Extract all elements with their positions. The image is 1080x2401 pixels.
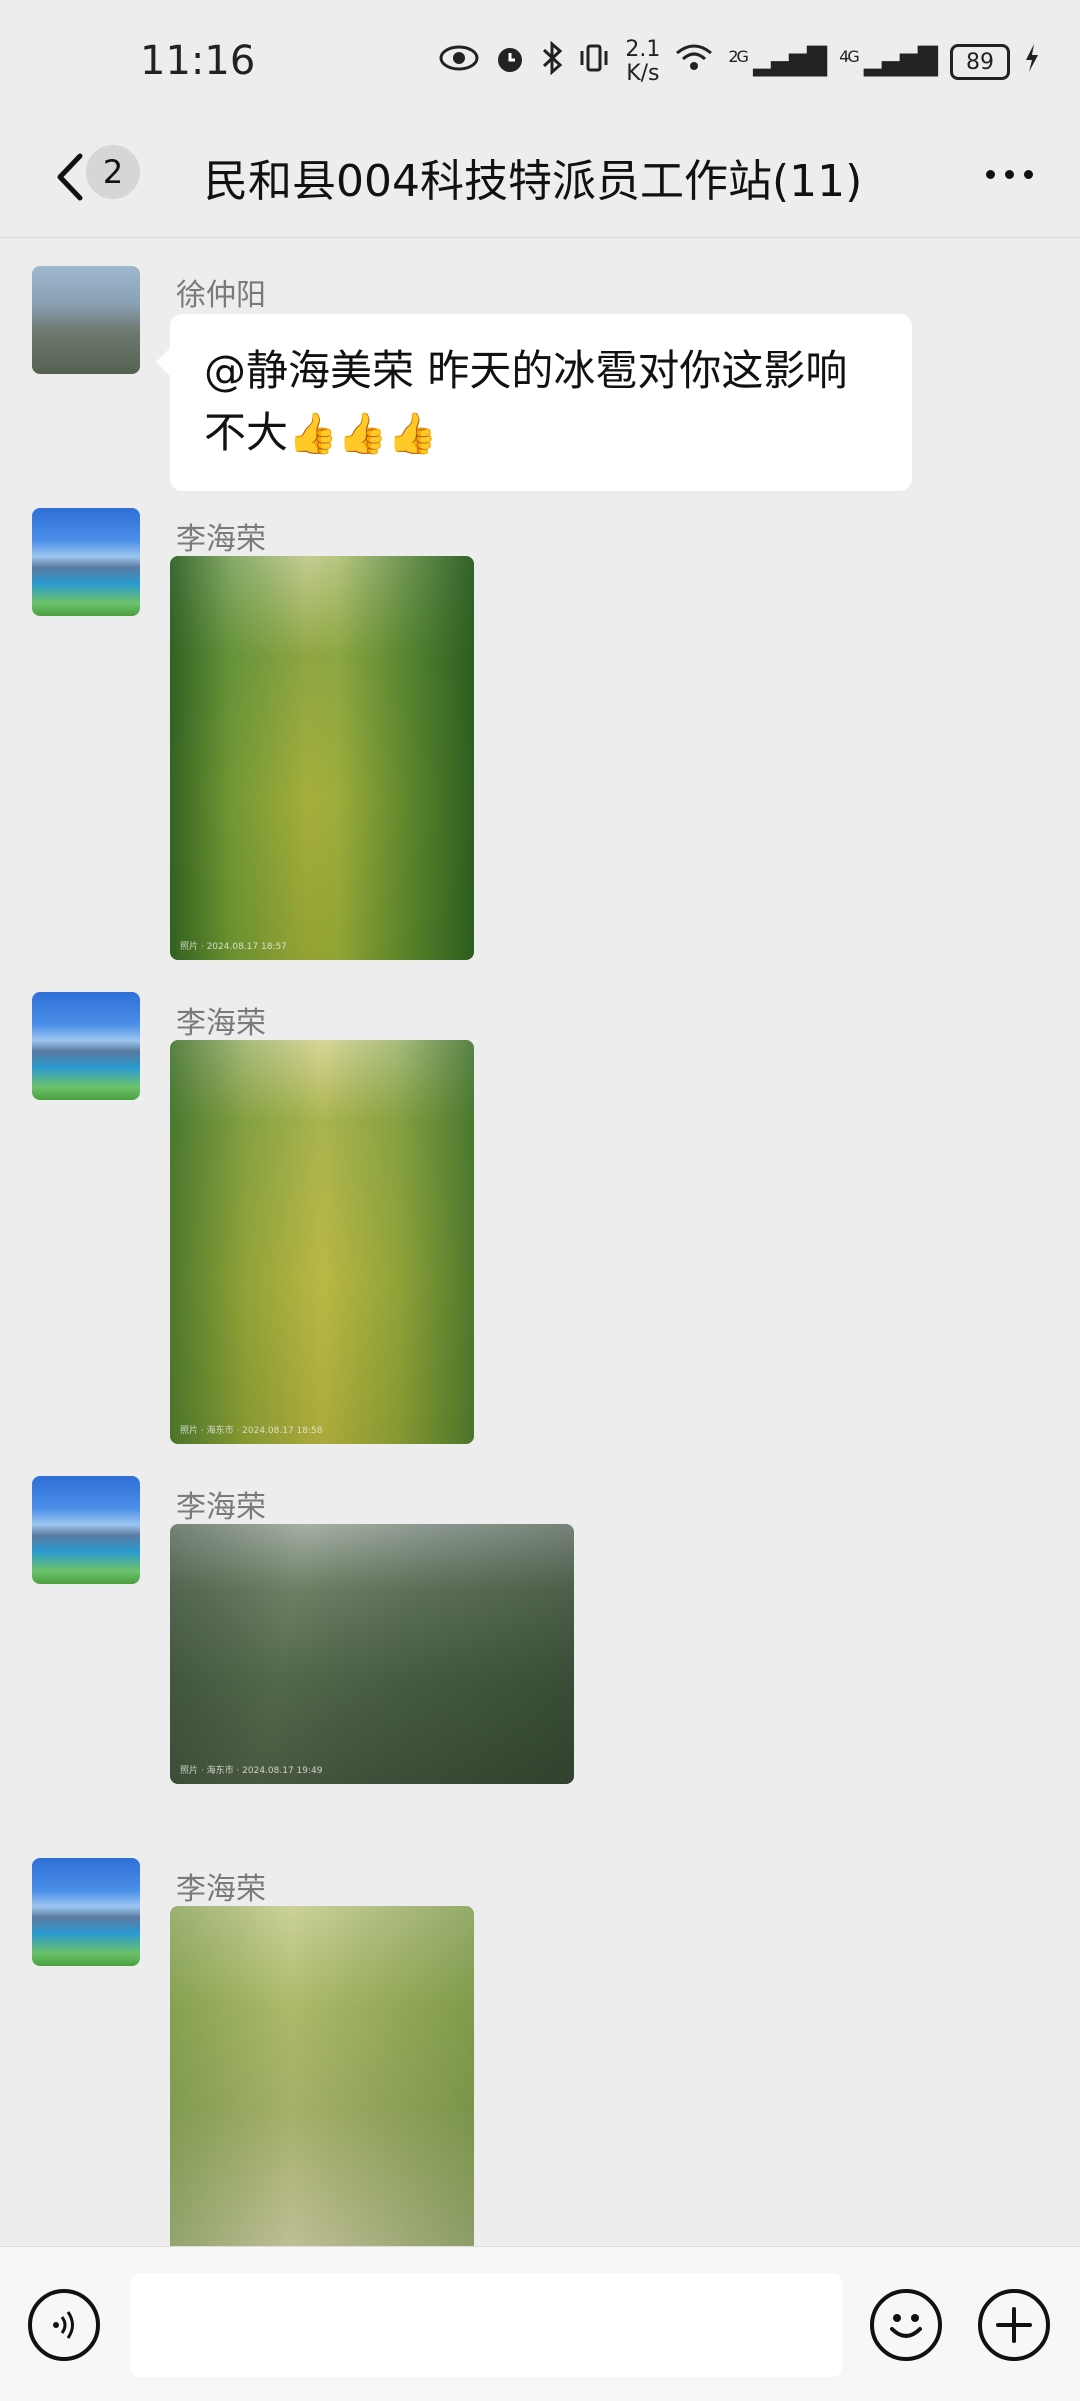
dot-icon — [985, 169, 995, 179]
signal-bars-icon: ▂▄▆█ — [753, 47, 827, 77]
voice-icon — [53, 2311, 74, 2339]
photo-stamp: 照片 · 海东市 · 2024.08.17 18:58 — [180, 1426, 323, 1436]
battery-icon: 89 — [950, 44, 1010, 80]
photo-message[interactable]: 照片 · 海东市 · 2024.08.17 18:58 — [170, 1040, 474, 1444]
wifi-icon — [674, 43, 714, 81]
sender-name: 徐仲阳 — [176, 278, 266, 313]
voice-input-button[interactable] — [28, 2289, 100, 2361]
emoji-button[interactable] — [870, 2289, 942, 2361]
avatar[interactable] — [32, 992, 140, 1100]
status-bar: 11:16 2.1 K/s 2G ▂▄▆█ 4G ▂▄▆█ 89 — [0, 0, 1080, 125]
dot-icon — [1023, 169, 1033, 179]
chevron-left-icon — [57, 153, 83, 201]
status-icons: 2.1 K/s 2G ▂▄▆█ 4G ▂▄▆█ 89 — [439, 38, 1040, 86]
chat-header: 2 民和县004科技特派员工作站(11) — [0, 125, 1080, 238]
photo-message[interactable]: 照片 · 2024.08.17 18:57 — [170, 556, 474, 960]
chat-title: 民和县004科技特派员工作站(11) — [204, 156, 863, 207]
alarm-icon — [493, 41, 527, 83]
more-options-button[interactable] — [974, 149, 1044, 199]
unread-badge: 2 — [86, 145, 140, 199]
signal-2: 4G ▂▄▆█ — [839, 47, 938, 77]
net-speed-value: 2.1 — [625, 37, 661, 62]
signal-1-label: 2G — [728, 47, 749, 66]
input-bar — [0, 2246, 1080, 2401]
signal-2-label: 4G — [839, 47, 860, 66]
sender-name: 李海荣 — [176, 1872, 266, 1907]
photo-stamp: 照片 · 海东市 · 2024.08.17 19:49 — [180, 1766, 323, 1776]
more-actions-button[interactable] — [978, 2289, 1050, 2361]
charging-icon — [1024, 43, 1040, 81]
net-speed-unit: K/s — [626, 61, 660, 86]
vibrate-icon — [577, 43, 611, 81]
avatar[interactable] — [32, 1858, 140, 1966]
photo-message[interactable]: 照片 · 海东市 · 2024.08.17 19:49 — [170, 1524, 574, 1784]
message-bubble[interactable]: @静海美荣 昨天的冰雹对你这影响不大👍👍👍 — [156, 314, 912, 491]
bluetooth-icon — [541, 40, 563, 83]
sender-name: 李海荣 — [176, 1490, 266, 1525]
network-speed: 2.1 K/s — [625, 38, 660, 86]
message-input[interactable] — [130, 2273, 842, 2377]
photo-message[interactable] — [170, 1906, 474, 2246]
thumbs-up-emoji: 👍👍👍 — [288, 411, 438, 457]
avatar[interactable] — [32, 508, 140, 616]
photo-stamp: 照片 · 2024.08.17 18:57 — [180, 942, 287, 952]
avatar[interactable] — [32, 1476, 140, 1584]
status-time: 11:16 — [140, 38, 256, 84]
plus-icon — [996, 2307, 1032, 2343]
sender-name: 李海荣 — [176, 522, 266, 557]
signal-bars-icon: ▂▄▆█ — [864, 47, 938, 77]
smiley-icon — [890, 2314, 922, 2338]
eye-icon — [439, 44, 479, 80]
dot-icon — [1004, 169, 1014, 179]
avatar[interactable] — [32, 266, 140, 374]
signal-1: 2G ▂▄▆█ — [728, 47, 827, 77]
sender-name: 李海荣 — [176, 1006, 266, 1041]
